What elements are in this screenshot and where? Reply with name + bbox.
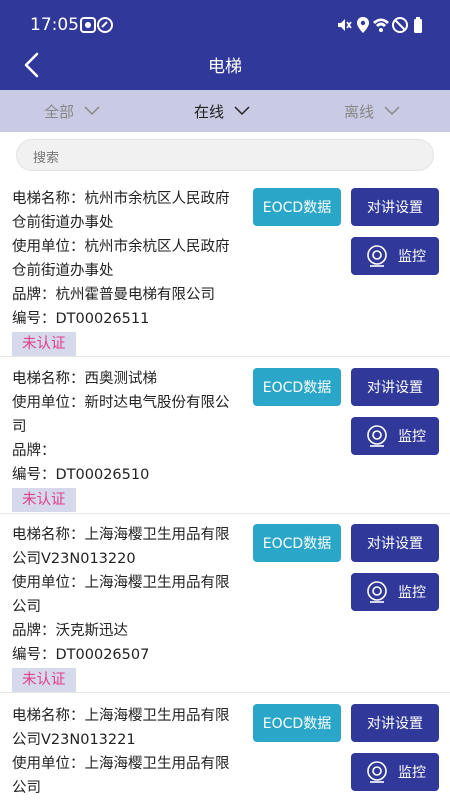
elevator-unit-cont: 仓前街道办事处 [12,263,114,279]
elevator-name: 电梯名称：上海海樱卫生用品有限 [12,708,230,724]
intercom-settings-button[interactable]: 对讲设置 [351,524,439,562]
elevator-unit-cont: 公司 [12,780,41,796]
battery-icon [414,17,422,33]
monitor-button[interactable]: 监控 [351,573,439,611]
monitor-label: 监控 [398,585,426,601]
chevron-down-icon [84,106,100,116]
status-badge: 未认证 [12,332,76,356]
status-badge: 未认证 [12,488,76,512]
elevator-name: 电梯名称：上海海樱卫生用品有限 [12,527,230,543]
elevator-name-cont: 公司V23N013220 [12,551,136,567]
elevator-unit-cont: 公司 [12,599,41,615]
filter-bar: 全部 在线 离线 [0,90,450,132]
chevron-down-icon [384,106,400,116]
status-bar: 17:05 [0,0,450,50]
camera-icon [367,761,387,783]
notification-icon [80,17,96,33]
elevator-number: 编号：DT00026507 [12,647,150,663]
elevator-name: 电梯名称：西奥测试梯 [12,371,157,387]
elevator-info: 电梯名称：上海海樱卫生用品有限 公司V23N013221 使用单位：上海海樱卫生… [12,704,244,800]
eocd-data-button[interactable]: EOCD数据 [253,524,341,562]
elevator-unit: 使用单位：上海海樱卫生用品有限 [12,575,230,591]
elevator-info: 电梯名称：西奥测试梯 使用单位：新时达电气股份有限公 司 品牌： 编号：DT00… [12,367,244,512]
eocd-data-button[interactable]: EOCD数据 [253,368,341,406]
elevator-number: 编号：DT00026511 [12,311,150,327]
elevator-card: 电梯名称：杭州市余杭区人民政府 仓前街道办事处 使用单位：杭州市余杭区人民政府 … [0,178,450,357]
status-time: 17:05 [30,15,79,35]
monitor-button[interactable]: 监控 [351,753,439,791]
filter-label: 在线 [194,102,225,121]
elevator-unit-cont: 司 [12,419,27,435]
search-placeholder: 搜索 [33,151,60,166]
elevator-info: 电梯名称：杭州市余杭区人民政府 仓前街道办事处 使用单位：杭州市余杭区人民政府 … [12,187,244,356]
elevator-unit: 使用单位：上海海樱卫生用品有限 [12,756,230,772]
filter-label: 全部 [44,102,75,121]
eocd-data-button[interactable]: EOCD数据 [253,704,341,742]
location-icon [357,17,369,33]
elevator-brand: 品牌：杭州霍普曼电梯有限公司 [12,287,215,303]
intercom-settings-button[interactable]: 对讲设置 [351,188,439,226]
monitor-button[interactable]: 监控 [351,417,439,455]
monitor-label: 监控 [398,249,426,265]
elevator-card: 电梯名称：上海海樱卫生用品有限 公司V23N013221 使用单位：上海海樱卫生… [0,694,450,800]
intercom-settings-button[interactable]: 对讲设置 [351,704,439,742]
elevator-number: 编号：DT00026510 [12,467,150,483]
camera-icon [367,425,387,447]
monitor-button[interactable]: 监控 [351,237,439,275]
page-title: 电梯 [208,57,242,77]
elevator-unit: 使用单位：杭州市余杭区人民政府 [12,239,230,255]
wifi-icon [373,18,389,32]
monitor-label: 监控 [398,429,426,445]
status-badge: 未认证 [12,668,76,692]
intercom-settings-button[interactable]: 对讲设置 [351,368,439,406]
elevator-card: 电梯名称：西奥测试梯 使用单位：新时达电气股份有限公 司 品牌： 编号：DT00… [0,358,450,514]
filter-label: 离线 [344,102,375,121]
filter-online[interactable]: 在线 [194,90,250,132]
elevator-unit: 使用单位：新时达电气股份有限公 [12,395,230,411]
elevator-name: 电梯名称：杭州市余杭区人民政府 [12,191,230,207]
elevator-brand: 品牌： [12,443,56,459]
camera-icon [367,581,387,603]
filter-all[interactable]: 全部 [44,90,100,132]
mute-icon [338,19,352,31]
elevator-card: 电梯名称：上海海樱卫生用品有限 公司V23N013220 使用单位：上海海樱卫生… [0,515,450,693]
app-header: 17:05 电梯 [0,0,450,90]
elevator-info: 电梯名称：上海海樱卫生用品有限 公司V23N013220 使用单位：上海海樱卫生… [12,523,244,692]
chevron-down-icon [234,106,250,116]
filter-offline[interactable]: 离线 [344,90,400,132]
elevator-name-cont: 公司V23N013221 [12,732,136,748]
elevator-brand: 品牌：沃克斯迅达 [12,623,128,639]
camera-icon [367,245,387,267]
eocd-data-button[interactable]: EOCD数据 [253,188,341,226]
elevator-name-cont: 仓前街道办事处 [12,215,114,231]
do-not-disturb-icon [392,17,408,33]
sync-icon [97,17,113,33]
search-input[interactable]: 搜索 [16,139,434,171]
monitor-label: 监控 [398,765,426,781]
